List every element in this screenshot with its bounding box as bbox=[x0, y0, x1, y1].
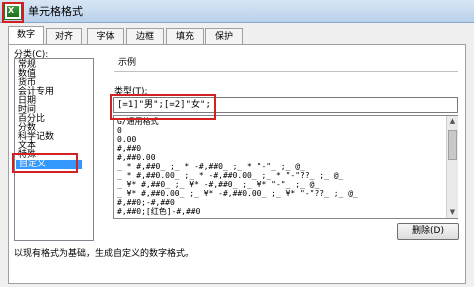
tab-protection[interactable]: 保护 bbox=[205, 28, 243, 44]
delete-button[interactable]: 删除(D) bbox=[397, 223, 459, 240]
format-item[interactable]: #,##0;[红色]-#,##0 bbox=[117, 207, 200, 217]
sample-label: 示例 bbox=[118, 58, 137, 68]
tab-border[interactable]: 边框 bbox=[126, 28, 164, 44]
title-bar: X 单元格格式 bbox=[0, 0, 474, 23]
highlight-box-category bbox=[12, 153, 78, 173]
highlight-box-type bbox=[110, 94, 216, 120]
scroll-up-arrow-icon[interactable]: ▲ bbox=[447, 116, 458, 127]
scroll-thumb[interactable] bbox=[448, 130, 457, 160]
format-list-scrollbar[interactable]: ▲ ▼ bbox=[446, 116, 458, 218]
tab-number[interactable]: 数字 bbox=[8, 26, 44, 44]
tab-alignment[interactable]: 对齐 bbox=[46, 28, 82, 44]
format-list[interactable]: G/通用格式 0 0.00 #,##0 #,##0.00 _ * #,##0_ … bbox=[113, 115, 458, 219]
hint-text: 以现有格式为基础，生成自定义的数字格式。 bbox=[14, 249, 195, 259]
scroll-down-arrow-icon[interactable]: ▼ bbox=[447, 207, 458, 218]
sample-divider bbox=[114, 71, 458, 72]
highlight-box-icon bbox=[2, 2, 24, 23]
window-title: 单元格格式 bbox=[28, 5, 83, 18]
category-list[interactable]: 常规 数值 货币 会计专用 日期 时间 百分比 分数 科学记数 文本 特殊 自定… bbox=[14, 58, 94, 241]
tab-fill[interactable]: 填充 bbox=[166, 28, 204, 44]
tab-font[interactable]: 字体 bbox=[87, 28, 124, 44]
